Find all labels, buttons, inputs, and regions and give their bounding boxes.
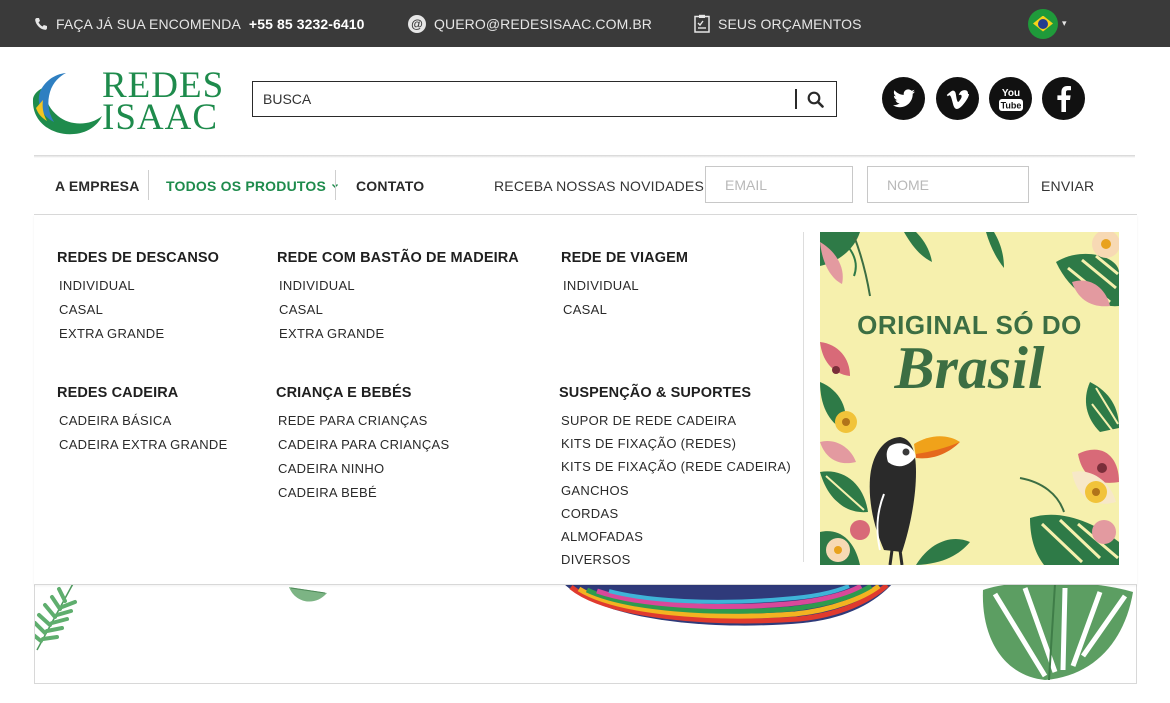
menu-link-kits-fixacao-redes[interactable]: KITS DE FIXAÇÃO (REDES) xyxy=(559,437,791,460)
search-bar xyxy=(252,81,837,117)
search-input[interactable] xyxy=(253,84,793,114)
menu-group-title[interactable]: REDE COM BASTÃO DE MADEIRA xyxy=(277,250,519,266)
menu-link-extra-grande[interactable]: EXTRA GRANDE xyxy=(277,327,519,351)
monstera-leaf-decoration xyxy=(982,581,1133,681)
promo-banner[interactable]: ORIGINAL SÓ DO Brasil xyxy=(820,232,1119,565)
nav-item-produtos-label: TODOS OS PRODUTOS xyxy=(166,178,327,194)
vimeo-button[interactable] xyxy=(936,77,979,120)
menu-group-rede-bastao: REDE COM BASTÃO DE MADEIRA INDIVIDUAL CA… xyxy=(277,250,519,351)
menu-group-title[interactable]: REDE DE VIAGEM xyxy=(561,250,688,266)
nav-divider xyxy=(335,170,336,200)
brand-name[interactable]: REDES ISAAC xyxy=(102,67,224,138)
menu-group-rede-viagem: REDE DE VIAGEM INDIVIDUAL CASAL xyxy=(561,250,688,327)
brazil-flag-icon xyxy=(1028,8,1058,39)
banner-script-text: Brasil xyxy=(894,335,1045,401)
menu-link-casal[interactable]: CASAL xyxy=(57,303,219,327)
language-selector[interactable]: ▾ xyxy=(1028,0,1067,47)
twitter-button[interactable] xyxy=(882,77,925,120)
search-button[interactable] xyxy=(797,83,835,115)
leaf-decoration xyxy=(35,579,77,651)
menu-group-crianca-bebes: CRIANÇA E BEBÉS REDE PARA CRIANÇAS CADEI… xyxy=(276,385,450,510)
facebook-button[interactable] xyxy=(1042,77,1085,120)
chevron-down-icon: ▾ xyxy=(1062,18,1067,28)
menu-link-casal[interactable]: CASAL xyxy=(561,303,688,327)
menu-group-title[interactable]: REDES CADEIRA xyxy=(57,385,228,401)
menu-link-ganchos[interactable]: GANCHOS xyxy=(559,483,791,507)
menu-link-kits-fixacao-rede-cadeira[interactable]: KITS DE FIXAÇÃO (REDE CADEIRA) xyxy=(559,460,791,483)
menu-link-cadeira-extra-grande[interactable]: CADEIRA EXTRA GRANDE xyxy=(57,438,228,462)
budgets-label: SEUS ORÇAMENTOS xyxy=(718,15,862,32)
clipboard-icon xyxy=(694,14,710,33)
phone-label: FAÇA JÁ SUA ENCOMENDA xyxy=(56,15,241,32)
newsletter-name-field[interactable] xyxy=(867,166,1029,203)
vimeo-icon xyxy=(946,89,969,109)
youtube-button[interactable]: You Tube xyxy=(989,77,1032,120)
newsletter-send-button[interactable]: ENVIAR xyxy=(1041,158,1094,214)
menu-group-redes-descanso: REDES DE DESCANSO INDIVIDUAL CASAL EXTRA… xyxy=(57,250,219,351)
budgets-link[interactable]: SEUS ORÇAMENTOS xyxy=(694,0,862,47)
hammock-illustration xyxy=(563,583,893,626)
nav-item-empresa[interactable]: A EMPRESA xyxy=(55,158,140,214)
menu-divider xyxy=(803,232,804,562)
newsletter-email-field[interactable] xyxy=(705,166,853,203)
menu-link-cadeira-bebe[interactable]: CADEIRA BEBÉ xyxy=(276,486,450,510)
twitter-icon xyxy=(892,88,915,107)
menu-link-cadeira-basica[interactable]: CADEIRA BÁSICA xyxy=(57,414,228,438)
nav-divider xyxy=(148,170,149,200)
brand-line-2: ISAAC xyxy=(102,97,219,138)
facebook-icon xyxy=(1056,85,1071,112)
menu-link-cordas[interactable]: CORDAS xyxy=(559,506,791,530)
menu-link-individual[interactable]: INDIVIDUAL xyxy=(561,279,688,303)
menu-group-title[interactable]: SUSPENÇÃO & SUPORTES xyxy=(559,385,791,401)
phone-contact[interactable]: FAÇA JÁ SUA ENCOMENDA +55 85 3232-6410 xyxy=(34,0,365,47)
menu-link-rede-criancas[interactable]: REDE PARA CRIANÇAS xyxy=(276,414,450,438)
menu-link-diversos[interactable]: DIVERSOS xyxy=(559,553,791,576)
menu-link-casal[interactable]: CASAL xyxy=(277,303,519,327)
svg-text:You: You xyxy=(1001,88,1019,99)
top-bar: FAÇA JÁ SUA ENCOMENDA +55 85 3232-6410 @… xyxy=(0,0,1170,47)
main-nav: A EMPRESA TODOS OS PRODUTOS CONTATO RECE… xyxy=(34,158,1135,214)
menu-link-individual[interactable]: INDIVIDUAL xyxy=(277,279,519,303)
menu-link-cadeira-criancas[interactable]: CADEIRA PARA CRIANÇAS xyxy=(276,438,450,462)
menu-group-title[interactable]: REDES DE DESCANSO xyxy=(57,250,219,266)
newsletter-label: RECEBA NOSSAS NOVIDADES xyxy=(494,178,704,194)
nav-item-contato[interactable]: CONTATO xyxy=(356,158,424,214)
menu-group-suspencao-suportes: SUSPENÇÃO & SUPORTES SUPOR DE REDE CADEI… xyxy=(559,385,791,576)
phone-icon xyxy=(35,17,47,30)
svg-text:Tube: Tube xyxy=(1000,100,1021,110)
phone-number[interactable]: +55 85 3232-6410 xyxy=(249,16,365,32)
menu-group-redes-cadeira: REDES CADEIRA CADEIRA BÁSICA CADEIRA EXT… xyxy=(57,385,228,462)
nav-item-produtos[interactable]: TODOS OS PRODUTOS xyxy=(166,158,340,214)
youtube-icon: You Tube xyxy=(998,88,1023,111)
email-contact[interactable]: @ QUERO@REDESISAAC.COM.BR xyxy=(408,0,652,47)
menu-link-cadeira-ninho[interactable]: CADEIRA NINHO xyxy=(276,462,450,486)
menu-link-individual[interactable]: INDIVIDUAL xyxy=(57,279,219,303)
at-icon: @ xyxy=(408,14,426,33)
menu-link-extra-grande[interactable]: EXTRA GRANDE xyxy=(57,327,219,351)
menu-link-suporte-rede-cadeira[interactable]: SUPOR DE REDE CADEIRA xyxy=(559,413,791,437)
leaf-decoration xyxy=(289,587,327,602)
menu-group-title[interactable]: CRIANÇA E BEBÉS xyxy=(276,385,450,401)
mega-menu-dropdown: REDES DE DESCANSO INDIVIDUAL CASAL EXTRA… xyxy=(34,215,1137,585)
menu-link-almofadas[interactable]: ALMOFADAS xyxy=(559,529,791,553)
email-link[interactable]: QUERO@REDESISAAC.COM.BR xyxy=(434,16,652,32)
search-icon xyxy=(807,91,824,108)
